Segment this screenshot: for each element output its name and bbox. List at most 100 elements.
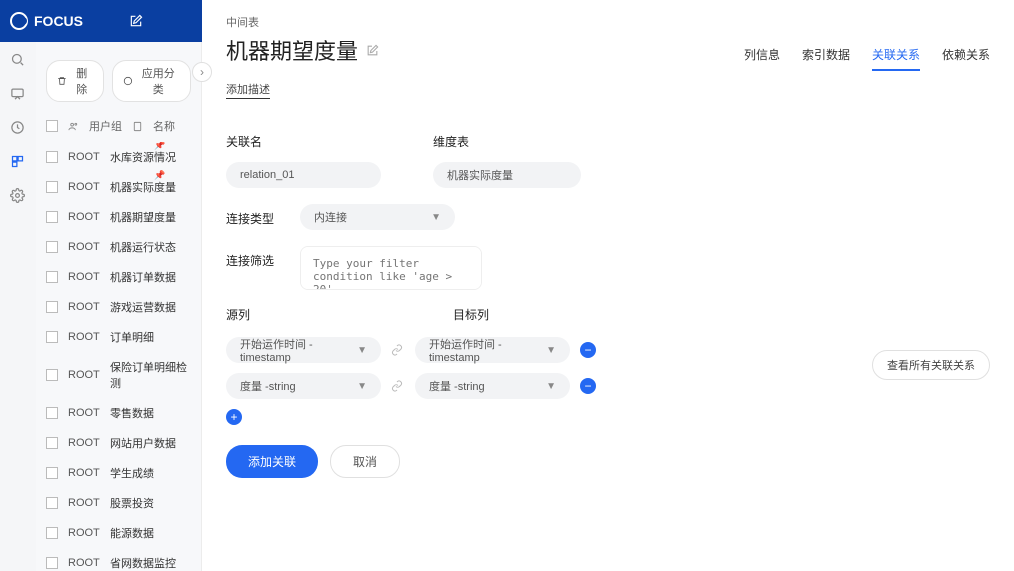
row-owner: ROOT bbox=[68, 437, 100, 449]
join-type-value: 内连接 bbox=[314, 209, 347, 225]
select-all-checkbox[interactable] bbox=[46, 120, 58, 132]
column-mapping-row: 度量 -string ▼ 度量 -string ▼ − bbox=[226, 373, 990, 399]
row-checkbox[interactable] bbox=[46, 151, 58, 163]
row-checkbox[interactable] bbox=[46, 211, 58, 223]
add-mapping-button[interactable]: + bbox=[226, 409, 242, 425]
delete-button[interactable]: 删除 bbox=[46, 60, 104, 102]
row-owner: ROOT bbox=[68, 301, 100, 313]
chat-icon[interactable] bbox=[10, 86, 26, 102]
row-checkbox[interactable] bbox=[46, 301, 58, 313]
pin-icon: 📌 bbox=[154, 170, 165, 181]
row-checkbox[interactable] bbox=[46, 497, 58, 509]
row-owner: ROOT bbox=[68, 467, 100, 479]
row-checkbox[interactable] bbox=[46, 467, 58, 479]
sidebar-item[interactable]: ROOT 股票投资 bbox=[36, 488, 201, 518]
target-column-select[interactable]: 度量 -string ▼ bbox=[415, 373, 570, 399]
breadcrumb: 中间表 bbox=[226, 14, 990, 30]
sidebar-item[interactable]: ROOT 游戏运营数据 bbox=[36, 292, 201, 322]
sidebar-item[interactable]: ROOT 能源数据 bbox=[36, 518, 201, 548]
tab[interactable]: 索引数据 bbox=[802, 46, 850, 71]
row-checkbox[interactable] bbox=[46, 557, 58, 569]
main-content: 中间表 机器期望度量 列信息索引数据关联关系依赖关系 添加描述 关联名 维度表 bbox=[202, 0, 1014, 571]
row-name: 机器实际度量 bbox=[110, 179, 176, 195]
header-name: 名称 bbox=[153, 118, 175, 134]
row-owner: ROOT bbox=[68, 151, 100, 163]
row-name: 零售数据 bbox=[110, 405, 154, 421]
logo-icon bbox=[10, 12, 28, 30]
row-checkbox[interactable] bbox=[46, 407, 58, 419]
tab[interactable]: 依赖关系 bbox=[942, 46, 990, 71]
filter-textarea[interactable] bbox=[300, 246, 482, 290]
sidebar-item[interactable]: ROOT 机器运行状态 bbox=[36, 232, 201, 262]
row-owner: ROOT bbox=[68, 181, 100, 193]
add-description-link[interactable]: 添加描述 bbox=[226, 81, 270, 99]
row-checkbox[interactable] bbox=[46, 369, 58, 381]
row-checkbox[interactable] bbox=[46, 331, 58, 343]
title-text: 机器期望度量 bbox=[226, 34, 358, 66]
sidebar-item[interactable]: ROOT 学生成绩 bbox=[36, 458, 201, 488]
row-checkbox[interactable] bbox=[46, 271, 58, 283]
sidebar-item[interactable]: ROOT 机器期望度量 bbox=[36, 202, 201, 232]
sidebar-item[interactable]: ROOT 保险订单明细检测 bbox=[36, 352, 201, 398]
sidebar-item[interactable]: ROOT 机器订单数据 bbox=[36, 262, 201, 292]
category-button[interactable]: 应用分类 bbox=[112, 60, 191, 102]
sidebar-item[interactable]: ROOT 水库资源情况 📌 bbox=[36, 142, 201, 172]
row-checkbox[interactable] bbox=[46, 437, 58, 449]
target-column-select[interactable]: 开始运作时间 -timestamp ▼ bbox=[415, 337, 570, 363]
cancel-button[interactable]: 取消 bbox=[330, 445, 400, 478]
row-name: 机器运行状态 bbox=[110, 239, 176, 255]
row-owner: ROOT bbox=[68, 557, 100, 569]
header-owner: 用户组 bbox=[89, 118, 122, 134]
tab[interactable]: 关联关系 bbox=[872, 46, 920, 71]
page-title: 机器期望度量 bbox=[226, 34, 379, 66]
dim-table-label: 维度表 bbox=[433, 133, 581, 150]
row-owner: ROOT bbox=[68, 331, 100, 343]
row-name: 订单明细 bbox=[110, 329, 154, 345]
search-icon[interactable] bbox=[10, 52, 26, 68]
gear-icon[interactable] bbox=[10, 188, 26, 204]
row-owner: ROOT bbox=[68, 211, 100, 223]
sidebar-item[interactable]: ROOT 省网数据监控 bbox=[36, 548, 201, 571]
view-all-relations-button[interactable]: 查看所有关联关系 bbox=[872, 350, 990, 380]
link-icon bbox=[391, 380, 405, 392]
sidebar-item[interactable]: ROOT 网站用户数据 bbox=[36, 428, 201, 458]
brand-bar: FOCUS bbox=[0, 0, 202, 42]
row-name: 水库资源情况 bbox=[110, 149, 176, 165]
target-column-value: 开始运作时间 -timestamp bbox=[429, 336, 546, 364]
target-column-value: 度量 -string bbox=[429, 378, 485, 394]
remove-mapping-button[interactable]: − bbox=[580, 342, 596, 358]
sidebar-list: ROOT 水库资源情况 📌 ROOT 机器实际度量 📌 ROOT 机器期望度量 … bbox=[36, 142, 201, 571]
icon-rail bbox=[0, 0, 36, 571]
remove-mapping-button[interactable]: − bbox=[580, 378, 596, 394]
sidebar-item[interactable]: ROOT 零售数据 bbox=[36, 398, 201, 428]
collapse-sidebar-button[interactable]: › bbox=[192, 62, 212, 82]
source-column-value: 开始运作时间 -timestamp bbox=[240, 336, 357, 364]
sidebar-item[interactable]: ROOT 机器实际度量 📌 bbox=[36, 172, 201, 202]
relation-name-input[interactable] bbox=[226, 162, 381, 188]
data-icon[interactable] bbox=[10, 154, 26, 170]
row-name: 省网数据监控 bbox=[110, 555, 176, 571]
join-type-select[interactable]: 内连接 ▼ bbox=[300, 204, 455, 230]
edit-title-icon[interactable] bbox=[366, 44, 379, 57]
dim-table-select[interactable]: 机器实际度量 bbox=[433, 162, 581, 188]
tab[interactable]: 列信息 bbox=[744, 46, 780, 71]
source-column-select[interactable]: 开始运作时间 -timestamp ▼ bbox=[226, 337, 381, 363]
row-checkbox[interactable] bbox=[46, 527, 58, 539]
delete-label: 删除 bbox=[71, 65, 93, 97]
brand-name: FOCUS bbox=[34, 13, 83, 29]
row-name: 机器期望度量 bbox=[110, 209, 176, 225]
sidebar: › 删除 应用分类 用户组 名称 ROOT 水库资源情况 📌 ROOT 机器实际… bbox=[36, 0, 202, 571]
row-checkbox[interactable] bbox=[46, 181, 58, 193]
src-col-label: 源列 bbox=[226, 306, 381, 323]
row-owner: ROOT bbox=[68, 497, 100, 509]
add-relation-button[interactable]: 添加关联 bbox=[226, 445, 318, 478]
row-name: 股票投资 bbox=[110, 495, 154, 511]
clock-icon[interactable] bbox=[10, 120, 26, 136]
sidebar-item[interactable]: ROOT 订单明细 bbox=[36, 322, 201, 352]
link-icon bbox=[391, 344, 405, 356]
source-column-select[interactable]: 度量 -string ▼ bbox=[226, 373, 381, 399]
join-type-label: 连接类型 bbox=[226, 204, 276, 227]
dim-table-value: 机器实际度量 bbox=[447, 167, 513, 183]
row-checkbox[interactable] bbox=[46, 241, 58, 253]
compose-icon[interactable] bbox=[129, 14, 143, 28]
